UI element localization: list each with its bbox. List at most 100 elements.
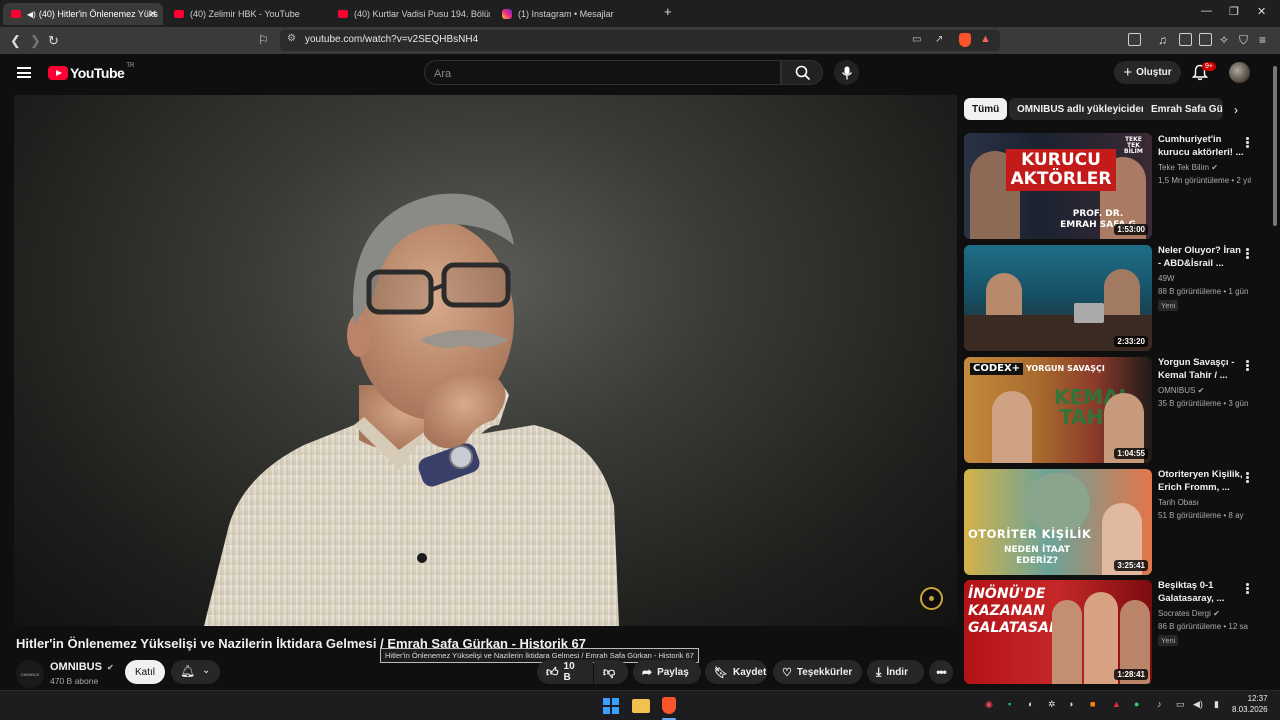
back-icon[interactable]: ❮ [10, 33, 21, 49]
cast-icon[interactable]: ▭ [912, 34, 921, 45]
recommendation-thumbnail[interactable]: KURUCU AKTÖRLER PROF. DR. EMRAH SAFA G T… [964, 133, 1152, 239]
close-window-icon[interactable]: ✕ [1257, 5, 1266, 18]
dislike-button[interactable]: 👎︎ [594, 660, 628, 684]
chip-all[interactable]: Tümü [964, 98, 1008, 120]
recommendation-thumbnail[interactable]: İNÖNÜ'DE KAZANAN GALATASARAY 1:28:41 [964, 580, 1152, 684]
search-icon [795, 65, 811, 81]
volume-icon[interactable]: ◀) [1193, 699, 1203, 710]
recommendation-channel[interactable]: Teke Tek Bilim ✔ [1158, 163, 1218, 172]
brave-browser-icon[interactable] [662, 697, 676, 714]
account-avatar[interactable] [1229, 62, 1250, 83]
browser-tab[interactable]: (1) Instagram • Mesajlar [494, 3, 654, 25]
like-button[interactable]: 👍︎ 10 B [537, 660, 593, 684]
thanks-button[interactable]: ♡ Teşekkürler [773, 660, 862, 684]
search-button[interactable] [781, 60, 823, 85]
battery-icon[interactable]: ▮ [1214, 699, 1219, 710]
brave-rewards-icon[interactable]: ▲ [980, 33, 991, 45]
recommendation-channel[interactable]: 49W [1158, 274, 1174, 283]
chip-label: Emrah Safa Gür [1151, 103, 1223, 115]
url-field[interactable]: ⚙ youtube.com/watch?v=v2SEQHBsNH4 ▭ ↗ ▲ [280, 30, 1000, 51]
scrollbar-thumb[interactable] [1273, 66, 1277, 226]
close-icon[interactable]: ✕ [149, 9, 157, 20]
share-button[interactable]: ➦ Paylaş [633, 660, 701, 684]
voice-search-button[interactable] [834, 60, 859, 85]
more-vertical-icon[interactable] [1246, 472, 1249, 483]
channel-avatar[interactable]: OMNIBUS [16, 660, 44, 688]
forward-icon[interactable]: ❯ [30, 33, 41, 49]
tab-label: (40) Hitler'in Önlenemez Yüks [38, 9, 158, 19]
menu-icon[interactable]: ≡ [1259, 33, 1266, 47]
verified-icon: ✔ [107, 663, 114, 672]
thumbs-up-icon: 👍︎ [546, 664, 559, 679]
browser-tab[interactable]: (40) Zelimir HBK - YouTube [166, 3, 326, 25]
video-player[interactable] [14, 95, 957, 626]
more-vertical-icon[interactable] [1246, 137, 1249, 148]
save-button[interactable]: 🔖︎ Kaydet [705, 660, 767, 684]
recommendation-thumbnail[interactable]: OTORİTER KİŞİLİK NEDEN İTAAT EDERİZ? 3:2… [964, 469, 1152, 575]
site-info-icon[interactable]: ⚙ [287, 33, 296, 44]
sidebar-panel-icon[interactable] [1128, 33, 1141, 46]
join-button[interactable]: Katıl [125, 660, 165, 684]
browser-tab[interactable]: (40) Kurtlar Vadisi Pusu 194. Bölüm [330, 3, 490, 25]
vpn-shield-icon[interactable]: ⛉ [1239, 33, 1248, 48]
new-tab-button[interactable]: + [664, 4, 672, 19]
more-vertical-icon[interactable] [1246, 583, 1249, 594]
recommendation-channel[interactable]: OMNIBUS ✔ [1158, 386, 1204, 395]
chevron-right-icon[interactable]: › [1234, 103, 1238, 117]
youtube-play-icon [48, 66, 68, 80]
restore-icon[interactable]: ❐ [1229, 5, 1239, 18]
more-actions-button[interactable]: ••• [929, 660, 953, 684]
recommendation-thumbnail[interactable]: 2:33:20 [964, 245, 1152, 351]
network-icon[interactable]: ▭ [1176, 699, 1185, 710]
tray-app-icon[interactable]: ■ [1090, 699, 1095, 709]
thumbnail-subtext: NEDEN İTAAT EDERİZ? [1004, 545, 1071, 566]
create-button[interactable]: + Oluştur [1114, 61, 1181, 84]
chip-emrah-safa[interactable]: Emrah Safa Gür [1143, 98, 1223, 120]
download-button[interactable]: ⤓ İndir [867, 660, 924, 684]
tray-app-icon[interactable]: ◐ [1028, 699, 1033, 709]
file-explorer-icon[interactable] [632, 699, 650, 713]
tray-app-icon[interactable]: ● [1134, 699, 1139, 709]
chip-uploader[interactable]: OMNIBUS adlı yükleyiciden [1009, 98, 1156, 120]
tray-microphone-icon[interactable]: ♪ [1157, 699, 1162, 709]
tray-app-icon[interactable]: ◉ [985, 699, 993, 710]
recommendation-channel[interactable]: Tarih Obası [1158, 498, 1199, 507]
recommendation-title[interactable]: Neler Oluyor? İran - ABD&İsrail ... [1158, 245, 1244, 270]
recommendation-title[interactable]: Beşiktaş 0-1 Galatasaray, ... [1158, 580, 1244, 605]
channel-name[interactable]: OMNIBUS ✔ [50, 661, 114, 673]
music-icon[interactable]: ♫ [1158, 33, 1167, 47]
new-badge: Yeni [1158, 635, 1179, 646]
video-duration: 1:28:41 [1114, 669, 1148, 680]
hamburger-menu-icon[interactable] [17, 67, 31, 78]
video-duration: 1:53:00 [1114, 224, 1148, 235]
tray-app-icon[interactable]: ✲ [1048, 699, 1056, 710]
recommendation-channel[interactable]: Socrates Dergi ✔ [1158, 609, 1220, 618]
channel-watermark-icon[interactable] [920, 587, 943, 610]
recommendation-title[interactable]: Otoriteryen Kişilik, Erich Fromm, ... [1158, 469, 1244, 494]
wallet-icon[interactable] [1199, 33, 1212, 46]
tray-app-icon[interactable]: ▪ [1008, 699, 1011, 709]
recommendation-title[interactable]: Yorgun Savaşçı - Kemal Tahir / ... [1158, 357, 1244, 382]
youtube-logo[interactable]: YouTube TR [48, 63, 134, 81]
save-label: Kaydet [732, 666, 767, 678]
minimize-icon[interactable]: — [1201, 5, 1212, 17]
recommendation-title[interactable]: Cumhuriyet'in kurucu aktörleri! ... [1158, 134, 1244, 159]
share-page-icon[interactable]: ↗ [935, 34, 943, 45]
subscription-notification-button[interactable]: 🔔︎ ⌄ [171, 660, 220, 684]
tray-app-icon[interactable]: ◑ [1068, 699, 1073, 709]
bookmark-icon[interactable]: ⚐ [258, 33, 269, 47]
system-clock[interactable]: 12:37 8.03.2026 [1232, 693, 1268, 715]
youtube-header: YouTube TR + Oluştur 9+ [0, 54, 1280, 94]
create-label: Oluştur [1136, 67, 1172, 78]
reload-icon[interactable]: ↻ [48, 33, 59, 49]
tray-app-icon[interactable]: ▲ [1112, 699, 1121, 709]
brave-shields-icon[interactable] [959, 33, 971, 47]
windows-start-icon[interactable] [603, 698, 619, 714]
more-vertical-icon[interactable] [1246, 360, 1249, 371]
browser-tab[interactable]: ◀) (40) Hitler'in Önlenemez Yüks ✕ [3, 3, 163, 25]
recommendation-thumbnail[interactable]: CODEX+ YORGUN SAVAŞÇI KEMAL TAHİR 1:04:5… [964, 357, 1152, 463]
sidebar-toggle-icon[interactable] [1179, 33, 1192, 46]
more-vertical-icon[interactable] [1246, 248, 1249, 259]
search-input[interactable] [434, 66, 764, 81]
leo-ai-icon[interactable]: ✧ [1219, 33, 1229, 47]
